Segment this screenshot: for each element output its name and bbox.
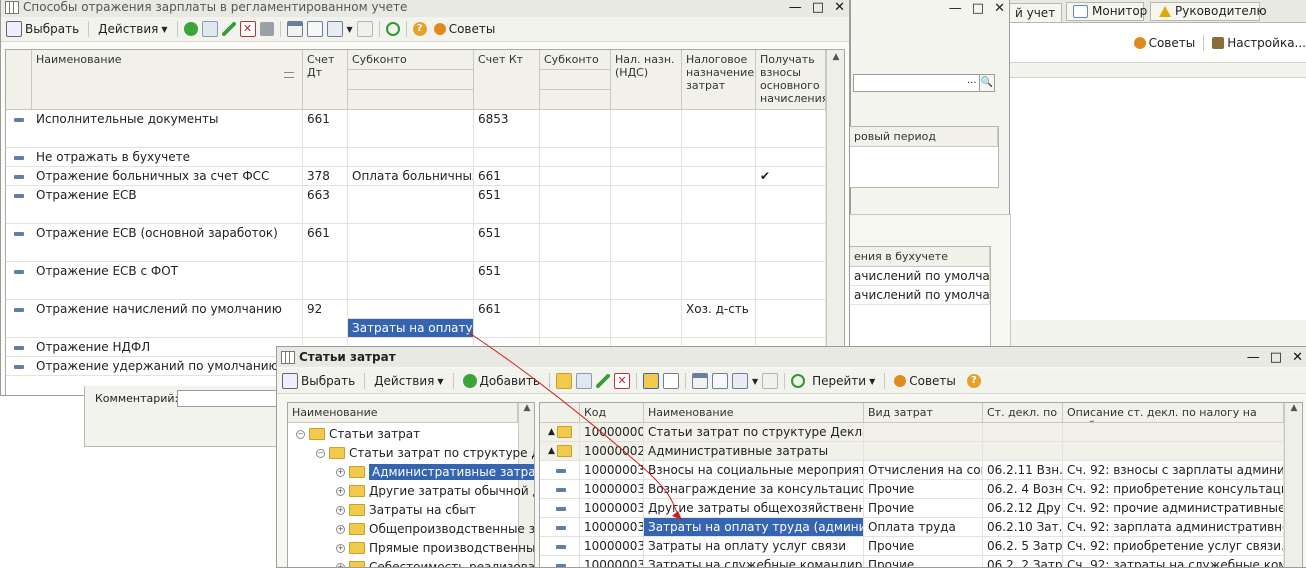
annotation-arrow-line [468, 332, 682, 520]
annotation-arrow [0, 0, 1306, 566]
annotation-arrow-head [672, 511, 682, 520]
